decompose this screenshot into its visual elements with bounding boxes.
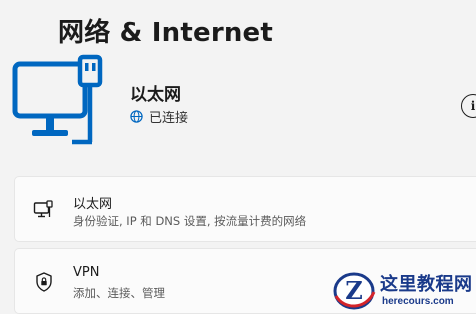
status-label: 已连接 (149, 111, 189, 126)
ethernet-icon (33, 200, 53, 218)
connection-name: 以太网 (130, 85, 181, 105)
ethernet-settings-card[interactable]: 以太网 身份验证, IP 和 DNS 设置, 按流量计费的网络 (14, 176, 476, 242)
info-button[interactable]: i (461, 94, 476, 118)
card-description: 添加、连接、管理 (73, 286, 165, 300)
connection-status: 已连接 (130, 107, 188, 126)
page-title: 网络 & Internet (58, 18, 274, 48)
card-title: 以太网 (73, 197, 113, 212)
shield-icon (36, 272, 52, 292)
card-description: 身份验证, IP 和 DNS 设置, 按流量计费的网络 (73, 214, 307, 228)
svg-text:Z: Z (345, 276, 363, 305)
watermark: Z 这里教程网 herecours.com (330, 268, 476, 314)
globe-icon (130, 110, 143, 123)
watermark-url: herecours.com (382, 296, 454, 307)
card-title: VPN (73, 265, 100, 280)
watermark-logo-icon: Z (333, 272, 376, 310)
watermark-title: 这里教程网 (380, 274, 473, 295)
ethernet-monitor-icon (12, 54, 103, 145)
info-icon: i (470, 99, 476, 113)
